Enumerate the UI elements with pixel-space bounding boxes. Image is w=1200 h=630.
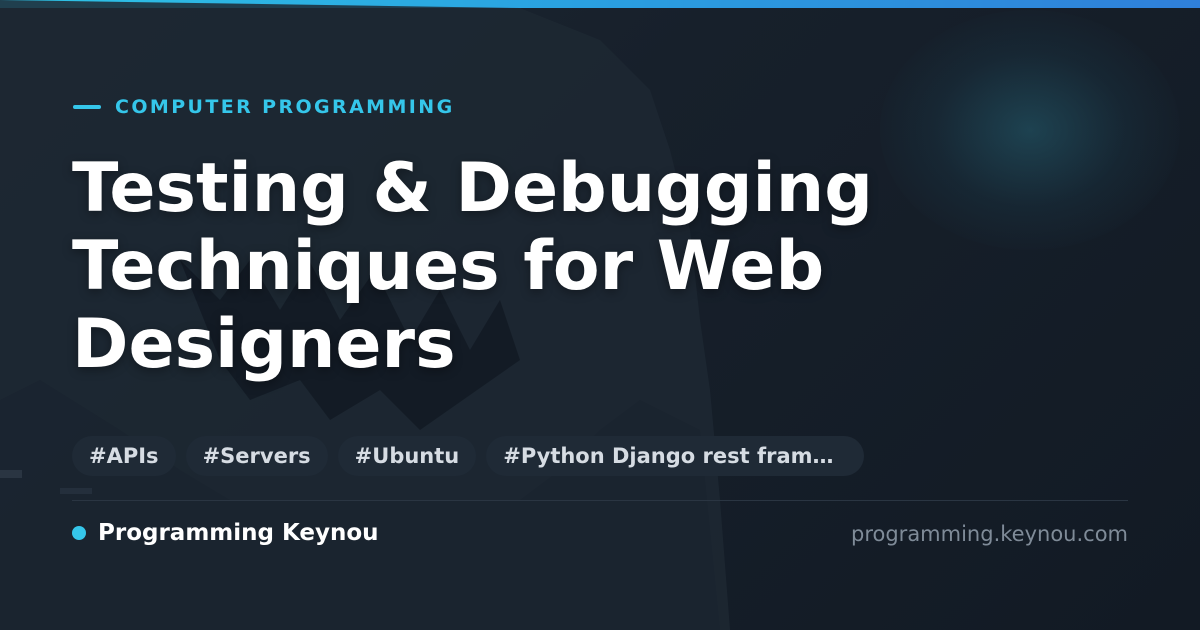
brand-dot-icon: [72, 526, 86, 540]
article-title: Testing & Debugging Techniques for Web D…: [72, 149, 873, 384]
tag-chip[interactable]: #Servers: [185, 436, 328, 476]
background-tick: [0, 470, 22, 478]
tag-chip[interactable]: #Python Django rest frame...: [486, 436, 865, 476]
category-line-icon: [73, 105, 101, 109]
background-tick: [60, 488, 92, 494]
social-share-card: COMPUTER PROGRAMMING Testing & Debugging…: [0, 0, 1200, 630]
category-label: COMPUTER PROGRAMMING: [73, 94, 455, 120]
tag-chip[interactable]: #Ubuntu: [337, 436, 477, 476]
tag-list: #APIs #Servers #Ubuntu #Python Django re…: [72, 436, 865, 476]
tag-chip[interactable]: #APIs: [72, 436, 176, 476]
category-text: COMPUTER PROGRAMMING: [115, 96, 455, 118]
footer-divider: [72, 500, 1128, 501]
site-domain[interactable]: programming.keynou.com: [851, 520, 1128, 548]
brand[interactable]: Programming Keynou: [72, 519, 379, 547]
brand-name: Programming Keynou: [98, 520, 379, 546]
